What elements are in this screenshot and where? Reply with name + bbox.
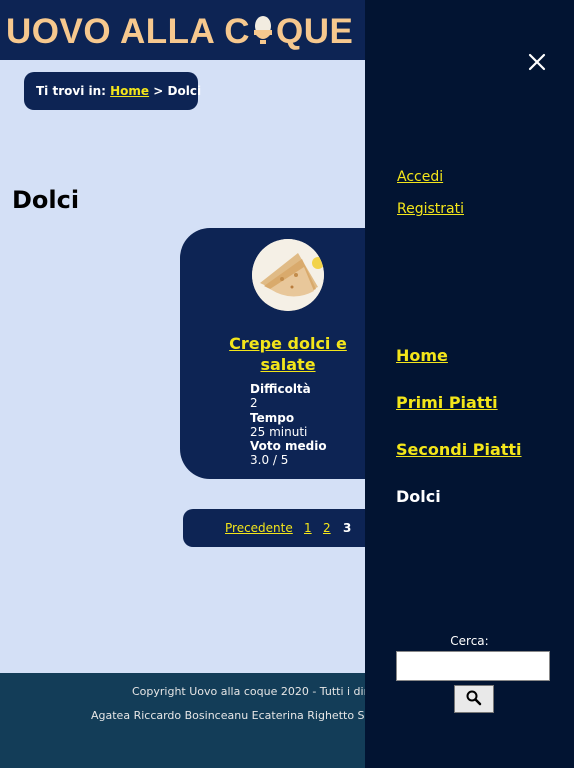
breadcrumb: Ti trovi in: Home > Dolci: [24, 72, 201, 110]
rating-value: 3.0 / 5: [250, 453, 289, 468]
search-label: Cerca:: [450, 634, 489, 648]
logo-text-start: UOVO ALLA C: [6, 12, 251, 51]
recipe-image[interactable]: [252, 239, 324, 311]
login-link[interactable]: Accedi: [397, 169, 443, 185]
close-icon[interactable]: [525, 50, 549, 74]
register-link[interactable]: Registrati: [397, 201, 464, 217]
breadcrumb-separator: >: [153, 84, 164, 98]
search-icon: [466, 690, 482, 705]
pagination-page-1[interactable]: 1: [304, 521, 312, 535]
pagination-page-3: 3: [343, 521, 352, 535]
difficulty-label: Difficoltà: [250, 382, 311, 396]
footer-authors: Agatea Riccardo Bosinceanu Ecaterina Rig…: [91, 709, 365, 722]
page-title: Dolci: [12, 186, 80, 214]
breadcrumb-home-link[interactable]: Home: [110, 84, 149, 98]
search-input[interactable]: [396, 651, 550, 681]
search-button[interactable]: [454, 685, 494, 713]
logo-text-end: QUE: [276, 12, 354, 51]
nav-primi-piatti[interactable]: Primi Piatti: [396, 393, 498, 412]
breadcrumb-prefix: Ti trovi in:: [36, 84, 106, 98]
egg-cup-icon: [251, 16, 275, 46]
site-logo[interactable]: UOVO ALLA C QUE: [6, 14, 353, 49]
time-label: Tempo: [250, 410, 295, 425]
recipe-meta: Difficoltà 2 Tempo 25 minuti Voto medio …: [250, 382, 327, 468]
side-menu: Accedi Registrati Home Primi Piatti Seco…: [365, 0, 574, 768]
nav-secondi-piatti[interactable]: Secondi Piatti: [396, 440, 522, 459]
pagination-page-2[interactable]: 2: [323, 521, 331, 535]
difficulty-value: 2: [250, 396, 258, 411]
footer-copyright: Copyright Uovo alla coque 2020 - Tutti i…: [132, 685, 369, 698]
time-value: 25 minuti: [250, 424, 308, 439]
nav-home[interactable]: Home: [396, 346, 448, 365]
pagination-previous[interactable]: Precedente: [225, 521, 293, 535]
nav-dolci-current: Dolci: [396, 487, 441, 506]
breadcrumb-current: Dolci: [167, 84, 202, 98]
rating-label: Voto medio: [250, 439, 327, 454]
recipe-title-link[interactable]: Crepe dolci e salate: [224, 333, 352, 375]
